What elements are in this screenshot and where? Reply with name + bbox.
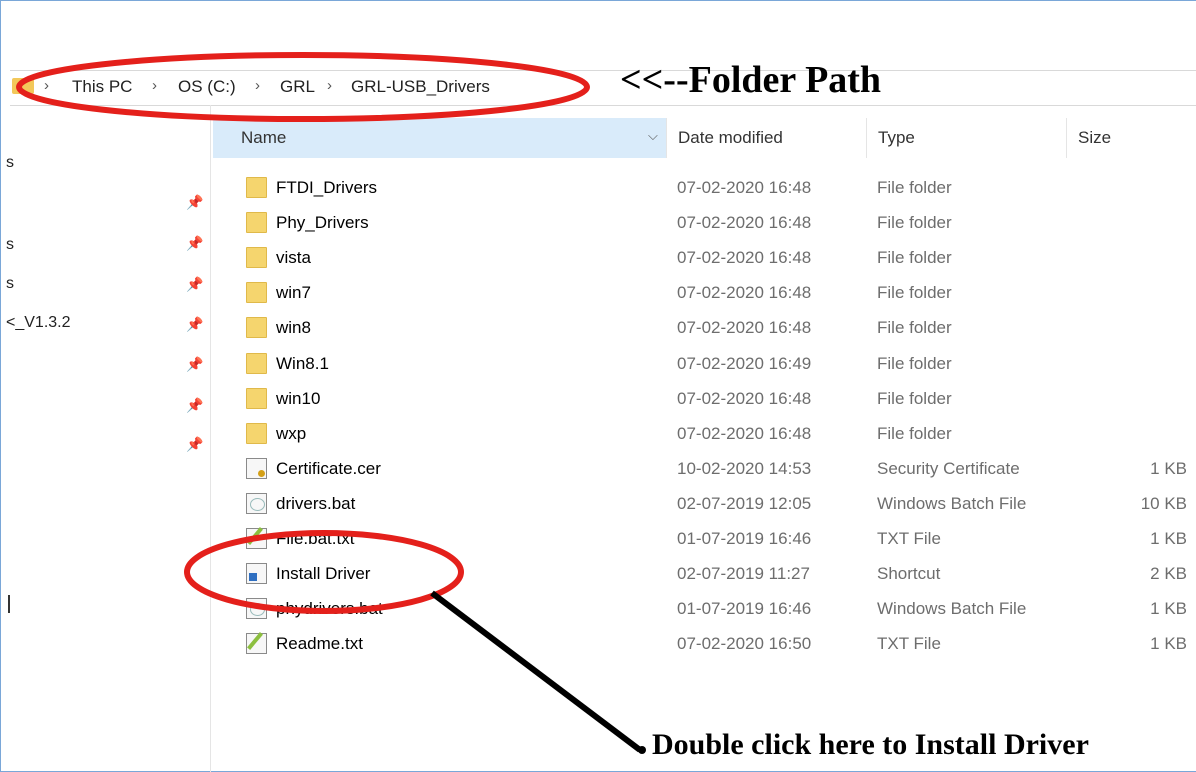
install-driver-circle [184, 530, 464, 614]
pointer-arrow-line [430, 590, 642, 753]
pointer-arrow-tip [638, 746, 646, 754]
annotation-overlay [16, 52, 646, 754]
folder-path-circle [16, 52, 590, 122]
install-hint-annotation: Double click here to Install Driver [652, 728, 1089, 761]
